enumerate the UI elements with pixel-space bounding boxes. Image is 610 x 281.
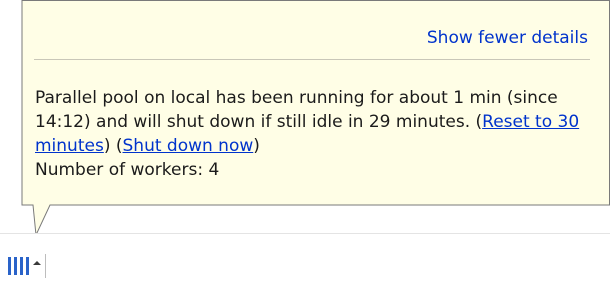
pool-icon-bar [20,257,23,275]
workers-label: Number of workers: [35,160,209,180]
pool-icon-bar [8,257,11,275]
status-bar-separator [45,254,46,278]
status-bar [0,233,610,281]
show-fewer-details-link[interactable]: Show fewer details [427,28,588,48]
pool-icon-bar [26,257,29,275]
workers-line: Number of workers: 4 [35,158,590,182]
pool-icon-bar [14,257,17,275]
shut-down-now-link[interactable]: Shut down now [123,136,254,156]
caret-up-icon[interactable] [33,261,41,265]
parallel-pool-icon[interactable] [8,257,32,275]
pool-status-text-separator: ) ( [103,136,123,156]
pool-status-message: Parallel pool on local has been running … [35,86,590,182]
pool-status-text: Parallel pool on local has been running … [35,88,558,132]
tooltip-divider [34,59,590,60]
matlab-window: Show fewer details Parallel pool on loca… [0,0,610,281]
pool-status-text-end: ) [253,136,260,156]
workers-count: 4 [208,160,220,180]
